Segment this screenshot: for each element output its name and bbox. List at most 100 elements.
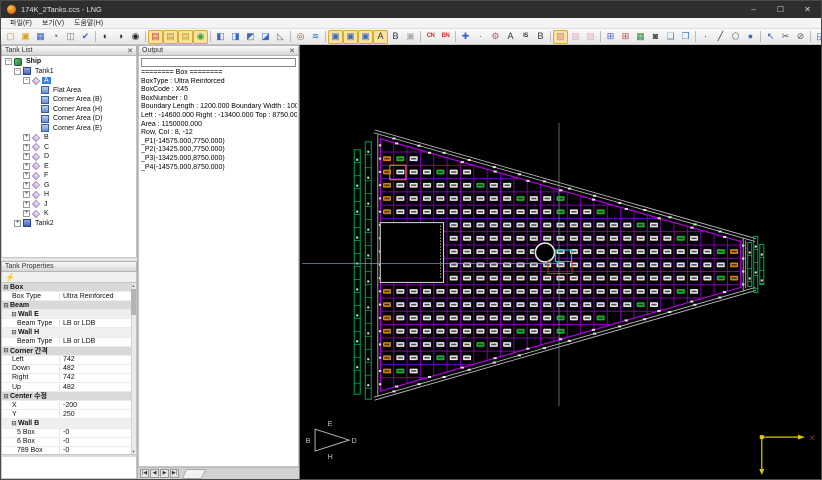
copy-view-button[interactable]: ❐	[678, 30, 693, 44]
b-mode-button[interactable]: B	[533, 30, 548, 44]
orbit-left-button[interactable]: ◐	[98, 30, 113, 44]
tree-item-c[interactable]: + C	[2, 143, 136, 153]
box-view-2-button[interactable]: ▣	[343, 29, 358, 44]
check-button[interactable]: ✔	[78, 30, 93, 44]
stack-button[interactable]: ❏	[663, 30, 678, 44]
close-button[interactable]: ✕	[794, 1, 821, 18]
collapse-icon[interactable]: ⊟	[2, 302, 10, 309]
cube-2-button[interactable]: ◨	[228, 30, 243, 44]
collapse-icon[interactable]: ⊟	[2, 347, 10, 354]
property-category-wall-b[interactable]: ⊟ Wall B	[2, 419, 136, 429]
output-tab[interactable]	[181, 468, 207, 479]
tree-expander[interactable]: −	[5, 58, 12, 66]
menu-help[interactable]: 도움말(H)	[69, 18, 108, 28]
tree-item-g[interactable]: + G	[2, 181, 136, 191]
collapse-icon[interactable]: ⊟	[10, 311, 18, 318]
tree-expander[interactable]: +	[23, 143, 30, 151]
output-nav-button-1[interactable]: ◀	[150, 469, 159, 478]
point-tool-button[interactable]: ·	[698, 30, 713, 44]
tree-expander[interactable]: +	[23, 181, 30, 189]
cad-viewport[interactable]: E B D H X	[300, 45, 821, 479]
tree-expander[interactable]: +	[14, 219, 21, 227]
polygon-tool-button[interactable]: ⬠	[728, 30, 743, 44]
property-value[interactable]: -0	[60, 447, 136, 454]
output-filter-input[interactable]	[141, 58, 296, 67]
scroll-thumb[interactable]	[131, 289, 136, 315]
is-mode-button[interactable]: IS	[518, 30, 533, 44]
cn-button[interactable]: CN	[423, 30, 438, 44]
tree-item-k[interactable]: + K	[2, 209, 136, 219]
property-category-center-[interactable]: ⊟ Center 수정	[2, 392, 136, 402]
tree-item-ship[interactable]: − Ship	[2, 57, 136, 67]
line-tool-button[interactable]: ╱	[713, 30, 728, 44]
collapse-icon[interactable]: ⊟	[10, 329, 18, 336]
pink-box-3-button[interactable]: ▧	[583, 30, 598, 44]
orbit-center-button[interactable]: ◉	[128, 30, 143, 44]
tree-item-corner-area-e-[interactable]: Corner Area (E)	[2, 124, 136, 134]
property-value[interactable]: -0	[60, 438, 136, 445]
pink-box-2-button[interactable]: ▧	[568, 30, 583, 44]
property-scrollbar[interactable]: ▲ ▼	[131, 283, 136, 454]
sphere-tool-button[interactable]: ●	[743, 30, 758, 44]
label-off-button[interactable]: ▣	[403, 30, 418, 44]
tree-item-e[interactable]: + E	[2, 162, 136, 172]
output-nav-button-2[interactable]: ▶	[160, 469, 169, 478]
property-value[interactable]: 742	[60, 356, 136, 363]
cube-4-button[interactable]: ◪	[258, 30, 273, 44]
property-value[interactable]: -0	[60, 429, 136, 436]
property-value[interactable]: 482	[60, 384, 136, 391]
scroll-up-icon[interactable]: ▲	[131, 283, 136, 288]
tree-expander[interactable]: +	[23, 191, 30, 199]
open-file-button[interactable]: ▣	[18, 30, 33, 44]
tree-item-tank1[interactable]: − Tank1	[2, 67, 136, 77]
menu-view[interactable]: 보기(V)	[37, 18, 69, 28]
property-value[interactable]: Ultra Reinforced	[60, 293, 136, 300]
property-value[interactable]: 742	[60, 374, 136, 381]
box-view-1-button[interactable]: ▣	[328, 29, 343, 44]
collapse-icon[interactable]: ⊟	[10, 420, 18, 427]
tree-expander[interactable]: +	[23, 162, 30, 170]
tree-item-d[interactable]: + D	[2, 152, 136, 162]
cut-button[interactable]: ✂	[778, 30, 793, 44]
compass-button[interactable]: ◎	[293, 30, 308, 44]
property-value[interactable]: LB or LDB	[60, 338, 136, 345]
box-view-3-button[interactable]: ▣	[358, 29, 373, 44]
property-value[interactable]: -200	[60, 402, 136, 409]
output-nav-button-0[interactable]: |◀	[140, 469, 149, 478]
output-close-icon[interactable]: ✕	[289, 47, 295, 55]
collapse-icon[interactable]: ⊟	[2, 284, 10, 291]
tree-item-h[interactable]: + H	[2, 190, 136, 200]
bn-button[interactable]: BN	[438, 30, 453, 44]
tree-expander[interactable]: +	[23, 134, 30, 142]
window-single-button[interactable]: ◱	[813, 30, 821, 44]
property-value[interactable]: 250	[60, 411, 136, 418]
excel-button[interactable]: ▦	[633, 30, 648, 44]
contour-button[interactable]: ◉	[193, 29, 208, 44]
layer-orange-button[interactable]: ▤	[163, 29, 178, 44]
setsquare-button[interactable]: ◺	[273, 30, 288, 44]
scroll-down-icon[interactable]: ▼	[131, 449, 136, 454]
tree-expander[interactable]: +	[23, 210, 30, 218]
save-button[interactable]: ▦	[33, 30, 48, 44]
flow-button[interactable]: ≋	[308, 30, 323, 44]
label-b-button[interactable]: B	[388, 30, 403, 44]
tree-expander[interactable]: +	[23, 153, 30, 161]
measure-button[interactable]: ↖	[763, 30, 778, 44]
tree-item-a[interactable]: − A	[2, 76, 136, 86]
hide-button[interactable]: ⊘	[793, 30, 808, 44]
gear-button[interactable]: ⚙	[488, 30, 503, 44]
cube-1-button[interactable]: ◧	[213, 30, 228, 44]
tree-item-j[interactable]: + J	[2, 200, 136, 210]
cube-3-button[interactable]: ◩	[243, 30, 258, 44]
tree-expander[interactable]: +	[23, 172, 30, 180]
a-mode-button[interactable]: A	[503, 30, 518, 44]
new-file-button[interactable]: ▢	[3, 30, 18, 44]
tree-item-b[interactable]: + B	[2, 133, 136, 143]
maximize-button[interactable]: ☐	[767, 1, 794, 18]
lightning-icon[interactable]: ⚡	[5, 273, 15, 282]
property-category-corner-[interactable]: ⊟ Corner 간격	[2, 346, 136, 356]
tree-item-corner-area-h-[interactable]: Corner Area (H)	[2, 105, 136, 115]
tree-item-flat-area[interactable]: Flat Area	[2, 86, 136, 96]
stopwatch-button[interactable]: ◔	[48, 30, 63, 44]
orbit-right-button[interactable]: ◑	[113, 30, 128, 44]
